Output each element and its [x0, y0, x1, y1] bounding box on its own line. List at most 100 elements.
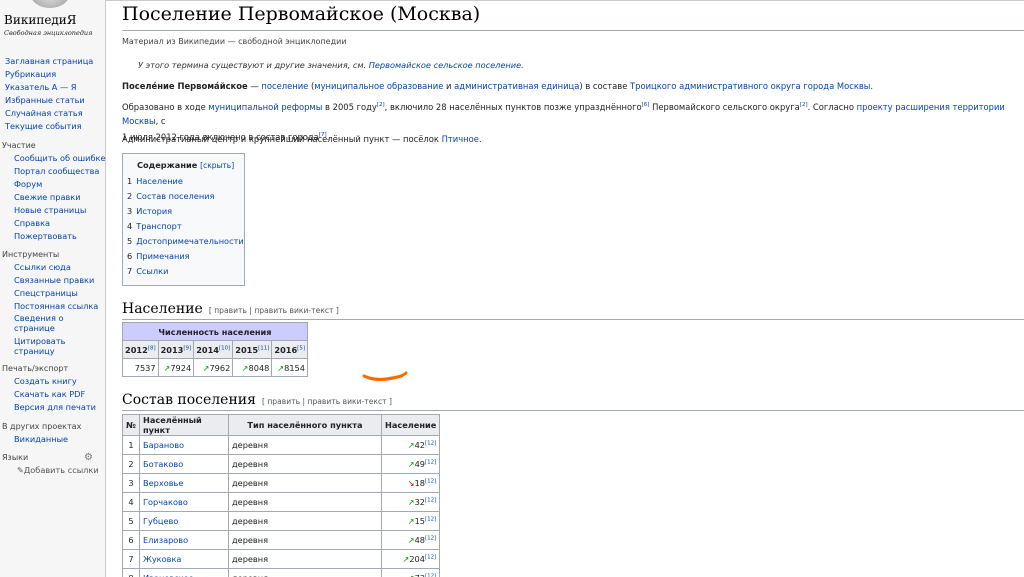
nav-community-portal[interactable]: Портал сообщества [0, 165, 104, 178]
toc-link[interactable]: Население [136, 176, 183, 186]
footnote-ref[interactable]: [8] [148, 345, 156, 351]
nav-donate[interactable]: Пожертвовать [0, 230, 104, 243]
toc-link[interactable]: Ссылки [136, 266, 168, 276]
col-header[interactable]: № [122, 414, 140, 436]
toc-item[interactable]: 1 Население [127, 176, 183, 186]
toc-link[interactable]: История [136, 206, 172, 216]
nav-create-book[interactable]: Создать книгу [0, 375, 104, 388]
footnote-ref[interactable]: [12] [425, 554, 436, 560]
link-settlement[interactable]: поселение [261, 81, 308, 91]
toc-hide-link[interactable]: [скрыть] [200, 161, 234, 170]
link-troitsky-district[interactable]: Троицкого административного округа город… [630, 81, 870, 91]
toc-title: Содержание [скрыть] [137, 160, 234, 170]
settlement-link[interactable]: Ивановское [143, 573, 194, 577]
footnote-ref[interactable]: [12] [425, 573, 436, 577]
toc-item[interactable]: 2 Состав поселения [127, 191, 214, 201]
year-header: 2015[11] [232, 340, 273, 359]
footnote-ref[interactable]: [12] [425, 440, 436, 446]
col-header[interactable]: Тип населённого пункта [228, 414, 382, 436]
nav-cite-page[interactable]: Цитировать страницу [0, 336, 74, 356]
nav-new-pages[interactable]: Новые страницы [0, 204, 104, 217]
row-number: 3 [122, 473, 140, 493]
nav-page-info[interactable]: Сведения о странице [0, 313, 74, 333]
toc-link[interactable]: Состав поселения [136, 191, 214, 201]
nav-printable-version[interactable]: Версия для печати [0, 401, 104, 414]
settlement-link[interactable]: Елизарово [143, 535, 188, 545]
footnote-ref[interactable]: [12] [425, 516, 436, 522]
gear-icon[interactable]: ⚙ [84, 452, 93, 463]
settlement-type: деревня [228, 473, 382, 493]
table-row: 6 Елизарово деревня ↗48[12] [122, 530, 441, 550]
content-area: Поселение Первомайское (Москва) Материал… [105, 0, 1024, 577]
nav-download-pdf[interactable]: Скачать как PDF [0, 388, 104, 401]
toc-item[interactable]: 3 История [127, 206, 172, 216]
footnote-ref[interactable]: [12] [425, 459, 436, 465]
link-administrative-unit[interactable]: административная единица [454, 81, 579, 91]
year: 2012 [125, 344, 148, 355]
nav-current-events[interactable]: Текущие события [0, 120, 104, 133]
trend-up-icon: ↗ [241, 362, 249, 373]
toc-item[interactable]: 7 Ссылки [127, 266, 168, 276]
toc-link[interactable]: Примечания [136, 251, 189, 261]
footnote-ref[interactable]: [10] [219, 345, 230, 351]
text: Образовано в ходе [122, 101, 209, 112]
nav-add-links[interactable]: ✎Добавить ссылки [0, 464, 104, 477]
population-value: 32 [414, 497, 425, 507]
nav-print-header[interactable]: Печать/экспорт [0, 362, 104, 375]
nav-help[interactable]: Справка [0, 217, 104, 230]
footnote-ref[interactable]: [12] [425, 478, 436, 484]
footnote-ref[interactable]: [5] [297, 345, 305, 351]
settlement-link[interactable]: Жуковка [143, 554, 181, 564]
nav-recent-changes[interactable]: Свежие правки [0, 191, 104, 204]
title-divider [122, 30, 1024, 31]
toc-link[interactable]: Транспорт [136, 221, 181, 231]
settlement-link[interactable]: Губцево [143, 516, 178, 526]
nav-random[interactable]: Случайная статья [0, 107, 104, 120]
toc-link[interactable]: Достопримечательности [136, 236, 243, 246]
footnote-ref[interactable]: [9] [183, 345, 191, 351]
nav-participation-header[interactable]: Участие [0, 139, 104, 152]
wikipedia-logo[interactable]: ВикипедиЯ Свободная энциклопедия [0, 0, 104, 44]
hatnote-link[interactable]: Первомайское сельское поселение [369, 60, 521, 70]
section-heading-composition: Состав поселения [ править | править вики… [122, 392, 392, 408]
link-municipal-formation[interactable]: муниципальное образование [314, 81, 443, 91]
nav-print: Печать/экспорт Создать книгу Скачать как… [0, 362, 104, 414]
nav-featured[interactable]: Избранные статьи [0, 94, 104, 107]
nav-what-links-here[interactable]: Ссылки сюда [0, 261, 104, 274]
table-row: 3 Верховье деревня ↘18[12] [122, 473, 441, 493]
toc-item[interactable]: 4 Транспорт [127, 221, 182, 231]
nav-other-header[interactable]: В других проектах [0, 420, 104, 433]
row-number: 6 [122, 530, 140, 550]
trend-up-icon: ↗ [407, 516, 415, 526]
nav-report-error[interactable]: Сообщить об ошибке [0, 152, 106, 165]
section-edit-links[interactable]: [ править | править вики-текст ] [209, 306, 339, 315]
nav-special-pages[interactable]: Спецстраницы [0, 287, 104, 300]
settlement-link[interactable]: Верховье [143, 478, 183, 488]
nav-tools-header[interactable]: Инструменты [0, 248, 104, 261]
footnote-ref[interactable]: [2] [377, 102, 385, 108]
link-ptichnoe[interactable]: Птичное [442, 134, 479, 144]
nav-related-changes[interactable]: Связанные правки [0, 274, 104, 287]
nav-main-page[interactable]: Заглавная страница [0, 55, 104, 68]
col-header[interactable]: Население [380, 414, 441, 436]
nav-categories[interactable]: Рубрикация [0, 68, 104, 81]
footnote-ref[interactable]: [12] [425, 497, 436, 503]
nav-wikidata[interactable]: Викиданные [0, 433, 104, 446]
nav-index[interactable]: Указатель А — Я [0, 81, 104, 94]
toc-item[interactable]: 6 Примечания [127, 251, 190, 261]
settlement-link[interactable]: Ботаково [143, 459, 183, 469]
settlement-population: ↗48[12] [380, 530, 441, 550]
footnote-ref[interactable]: [2] [800, 102, 808, 108]
footnote-ref[interactable]: [11] [258, 345, 269, 351]
section-edit-links[interactable]: [ править | править вики-текст ] [262, 397, 392, 406]
settlement-link[interactable]: Бараново [143, 440, 184, 450]
settlement-link[interactable]: Горчаково [143, 497, 188, 507]
population-value: ↗8154 [271, 358, 308, 377]
footnote-ref[interactable]: [12] [425, 535, 436, 541]
toc-item[interactable]: 5 Достопримечательности [127, 236, 244, 246]
nav-permanent-link[interactable]: Постоянная ссылка [0, 300, 104, 313]
link-municipal-reform[interactable]: муниципальной реформы [208, 102, 322, 112]
page-title: Поселение Первомайское (Москва) [122, 3, 481, 25]
nav-forum[interactable]: Форум [0, 178, 104, 191]
col-header[interactable]: Населённый пункт [139, 414, 229, 436]
